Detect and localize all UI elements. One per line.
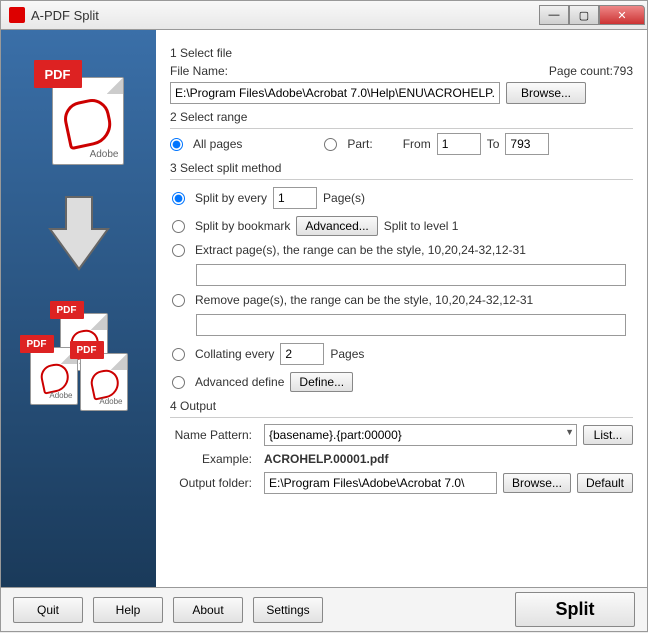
define-button[interactable]: Define... (290, 372, 353, 392)
radio-split-every[interactable] (172, 192, 185, 205)
radio-adv-define[interactable] (172, 376, 185, 389)
remove-input[interactable] (196, 314, 626, 336)
list-button[interactable]: List... (583, 425, 633, 445)
pages2-label: Pages (330, 347, 364, 361)
pdf-source-icon: Adobe PDF (34, 60, 124, 165)
output-folder-label: Output folder: (170, 476, 258, 490)
radio-all-pages[interactable] (170, 138, 183, 151)
browse-folder-button[interactable]: Browse... (503, 473, 571, 493)
radio-split-bookmark[interactable] (172, 220, 185, 233)
extract-label: Extract page(s), the range can be the st… (195, 243, 526, 257)
remove-label: Remove page(s), the range can be the sty… (195, 293, 533, 307)
chevron-down-icon[interactable]: ▼ (565, 427, 574, 437)
minimize-button[interactable]: — (539, 5, 569, 25)
radio-part[interactable] (324, 138, 337, 151)
split-button[interactable]: Split (515, 592, 635, 627)
split-every-label: Split by every (195, 191, 267, 205)
from-label: From (403, 137, 431, 151)
split-every-input[interactable] (273, 187, 317, 209)
settings-button[interactable]: Settings (253, 597, 323, 623)
main-panel: 1 Select file Page count:793 File Name: … (156, 30, 647, 587)
filename-input[interactable] (170, 82, 500, 104)
window-title: A-PDF Split (31, 8, 539, 23)
close-button[interactable]: ✕ (599, 5, 645, 25)
name-pattern-input[interactable] (264, 424, 577, 446)
example-label: Example: (170, 452, 258, 466)
help-button[interactable]: Help (93, 597, 163, 623)
all-pages-label: All pages (193, 137, 242, 151)
browse-file-button[interactable]: Browse... (506, 82, 586, 104)
default-button[interactable]: Default (577, 473, 633, 493)
adv-define-label: Advanced define (195, 375, 284, 389)
to-input[interactable] (505, 133, 549, 155)
section4-title: 4 Output (170, 399, 633, 413)
section2-title: 2 Select range (170, 110, 633, 124)
name-pattern-label: Name Pattern: (170, 428, 258, 442)
radio-remove[interactable] (172, 294, 185, 307)
extract-input[interactable] (196, 264, 626, 286)
collating-label: Collating every (195, 347, 274, 361)
footer: Quit Help About Settings Split (0, 588, 648, 632)
page-count: Page count:793 (549, 64, 633, 78)
pages-label: Page(s) (323, 191, 365, 205)
arrow-down-icon (44, 193, 114, 273)
about-button[interactable]: About (173, 597, 243, 623)
quit-button[interactable]: Quit (13, 597, 83, 623)
pdf-output-icon: AdobePDF AdobePDF AdobePDF (14, 301, 144, 416)
collating-input[interactable] (280, 343, 324, 365)
from-input[interactable] (437, 133, 481, 155)
example-value: ACROHELP.00001.pdf (264, 452, 388, 466)
to-label: To (487, 137, 500, 151)
split-level-label: Split to level 1 (384, 219, 459, 233)
maximize-button[interactable]: ▢ (569, 5, 599, 25)
titlebar: A-PDF Split — ▢ ✕ (0, 0, 648, 30)
radio-collating[interactable] (172, 348, 185, 361)
output-folder-input[interactable] (264, 472, 497, 494)
advanced-button[interactable]: Advanced... (296, 216, 377, 236)
radio-extract[interactable] (172, 244, 185, 257)
part-label: Part: (347, 137, 372, 151)
split-bookmark-label: Split by bookmark (195, 219, 290, 233)
section1-title: 1 Select file (170, 46, 633, 60)
sidebar: Adobe PDF AdobePDF AdobePDF AdobePDF (1, 30, 156, 587)
app-icon (9, 7, 25, 23)
filename-label: File Name: (170, 64, 228, 78)
section3-title: 3 Select split method (170, 161, 633, 175)
